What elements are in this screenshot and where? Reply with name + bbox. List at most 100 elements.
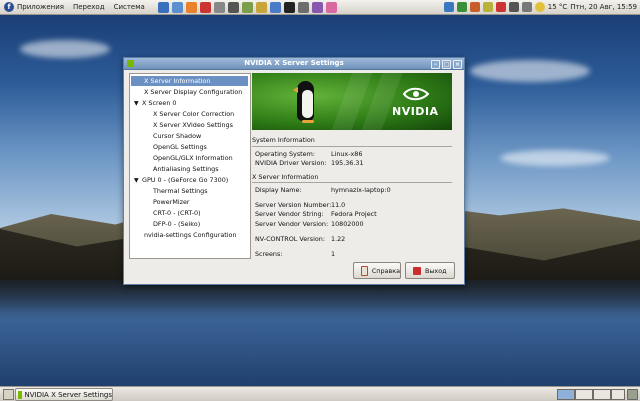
minimize-icon[interactable]: –: [431, 60, 440, 69]
screens-value: 1: [331, 250, 336, 258]
chat-icon[interactable]: [269, 1, 281, 13]
tree-item-xvideo-settings[interactable]: X Server XVideo Settings: [153, 120, 233, 130]
penguin-foot: [302, 120, 314, 123]
temperature[interactable]: 15 °C: [548, 3, 568, 11]
tree-item-label: X Server Display Configuration: [144, 88, 243, 96]
server-version-value: 11.0: [331, 201, 346, 209]
network-icon[interactable]: [508, 2, 519, 12]
tree-item-cursor-shadow[interactable]: Cursor Shadow: [153, 131, 201, 141]
media-icon[interactable]: [199, 1, 211, 13]
tree-item-label: OpenGL/GLX Information: [153, 154, 233, 162]
lake-reflection: [0, 280, 640, 320]
tree-icon[interactable]: [456, 2, 467, 12]
help-button[interactable]: Справка: [353, 262, 401, 279]
expander-down-icon[interactable]: ▼: [134, 176, 142, 186]
update-icon[interactable]: [443, 2, 454, 12]
tree-item-antialiasing-settings[interactable]: Antialiasing Settings: [153, 164, 219, 174]
close-icon[interactable]: ×: [453, 60, 462, 69]
tree-item-label: nvidia-settings Configuration: [144, 231, 237, 239]
trash-icon[interactable]: [627, 389, 638, 400]
help-button-label: Справка: [371, 266, 400, 275]
divider: [252, 182, 452, 183]
maximize-icon[interactable]: □: [442, 60, 451, 69]
mail-icon[interactable]: [171, 1, 183, 13]
system-info-heading: System Information: [252, 136, 315, 144]
photo-icon[interactable]: [241, 1, 253, 13]
editor-icon[interactable]: [227, 1, 239, 13]
tree-item-nvidia-settings-configuration[interactable]: nvidia-settings Configuration: [144, 230, 237, 240]
console-icon[interactable]: [283, 1, 295, 13]
notes-icon[interactable]: [482, 2, 493, 12]
tree-item-opengl-settings[interactable]: OpenGL Settings: [153, 142, 207, 152]
tree-item-thermal-settings[interactable]: Thermal Settings: [153, 186, 208, 196]
tree-item-color-correction[interactable]: X Server Color Correction: [153, 109, 234, 119]
top-panel: f Приложения Переход Система 15 °C Птн, …: [0, 0, 640, 15]
clock[interactable]: Птн, 20 Авг, 15:59: [570, 3, 637, 11]
vendor-version-label: Server Vendor Version:: [255, 220, 329, 228]
tree-item-label: X Server Information: [144, 77, 211, 85]
divider: [252, 146, 452, 147]
tree-item-gpu-0[interactable]: ▼ GPU 0 - (GeForce Go 7300): [134, 175, 228, 185]
firefox-tray-icon[interactable]: [469, 2, 480, 12]
window-title: NVIDIA X Server Settings: [244, 59, 344, 67]
window-titlebar[interactable]: NVIDIA X Server Settings – □ ×: [124, 58, 464, 70]
help-icon: [361, 265, 368, 276]
tree-item-label: GPU 0 - (GeForce Go 7300): [142, 176, 229, 184]
penguin-beak: [293, 87, 298, 93]
firefox-icon[interactable]: [185, 1, 197, 13]
settings-icon[interactable]: [297, 1, 309, 13]
workspace-4[interactable]: [611, 389, 625, 400]
nv-control-version-label: NV-CONTROL Version:: [255, 235, 325, 243]
nvidia-task-icon: [18, 390, 22, 399]
cloud: [470, 60, 590, 82]
tree-item-label: DFP-0 - (Seiko): [153, 220, 201, 228]
expander-down-icon[interactable]: ▼: [134, 99, 142, 109]
tree-item-x-server-information[interactable]: X Server Information: [131, 76, 248, 86]
nv-control-version-value: 1.22: [331, 235, 346, 243]
display-name-value: hymnazix-laptop:0: [331, 186, 391, 194]
vendor-string-label: Server Vendor String:: [255, 210, 324, 218]
app-icon[interactable]: [325, 1, 337, 13]
weather-icon[interactable]: [534, 2, 545, 12]
fedora-logo-icon[interactable]: f: [4, 2, 14, 12]
tree-item-x-screen-0[interactable]: ▼ X Screen 0: [134, 98, 176, 108]
player-icon[interactable]: [311, 1, 323, 13]
os-value: Linux-x86: [331, 150, 363, 158]
volume-icon[interactable]: [521, 2, 532, 12]
server-version-label: Server Version Number:: [255, 201, 332, 209]
quit-button[interactable]: Выход: [405, 262, 455, 279]
cloud: [20, 40, 110, 58]
tree-item-label: Antialiasing Settings: [153, 165, 219, 173]
workspace-2[interactable]: [575, 389, 593, 400]
screens-label: Screens:: [255, 250, 283, 258]
launcher-group: [157, 1, 337, 13]
menu-places[interactable]: Переход: [73, 3, 105, 11]
tree-item-opengl-glx-information[interactable]: OpenGL/GLX Information: [153, 153, 233, 163]
cloud: [500, 150, 610, 166]
flag-icon[interactable]: [495, 2, 506, 12]
tree-item-label: X Server Color Correction: [153, 110, 235, 118]
tree-item-crt-0[interactable]: CRT-0 - (CRT-0): [153, 208, 201, 218]
x-server-info-heading: X Server Information: [252, 173, 319, 181]
terminal-icon[interactable]: [213, 1, 225, 13]
vendor-version-value: 10802000: [331, 220, 364, 228]
menu-system[interactable]: Система: [114, 3, 145, 11]
tree-item-label: X Screen 0: [142, 99, 177, 107]
workspace-3[interactable]: [593, 389, 611, 400]
settings-tree: X Server Information X Server Display Co…: [129, 73, 251, 259]
os-label: Operating System:: [255, 150, 315, 158]
globe-icon[interactable]: [157, 1, 169, 13]
tree-item-display-configuration[interactable]: X Server Display Configuration: [144, 87, 242, 97]
driver-version-value: 195.36.31: [331, 159, 364, 167]
menu-applications[interactable]: Приложения: [17, 3, 64, 11]
nvidia-settings-window: NVIDIA X Server Settings – □ × X Server …: [123, 57, 465, 285]
tree-item-powermizer[interactable]: PowerMizer: [153, 197, 190, 207]
tree-item-label: CRT-0 - (CRT-0): [153, 209, 201, 217]
tree-item-dfp-0[interactable]: DFP-0 - (Seiko): [153, 219, 200, 229]
bottom-panel: NVIDIA X Server Settings: [0, 386, 640, 401]
show-desktop-icon[interactable]: [3, 389, 14, 400]
workspace-1[interactable]: [557, 389, 575, 400]
system-tray: 15 °C Птн, 20 Авг, 15:59: [443, 1, 637, 13]
taskbar-nvidia-settings[interactable]: NVIDIA X Server Settings: [15, 388, 113, 401]
files-icon[interactable]: [255, 1, 267, 13]
